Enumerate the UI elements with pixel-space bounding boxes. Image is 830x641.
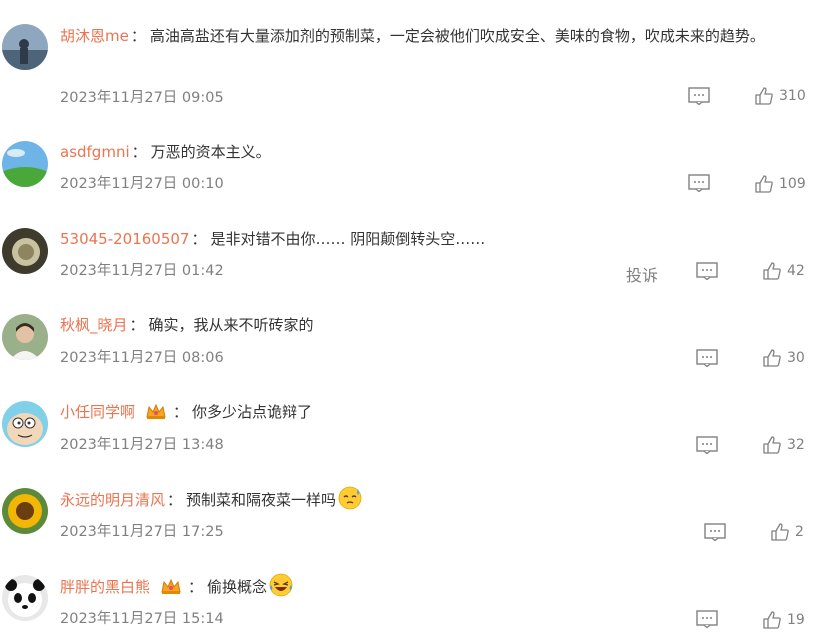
username-link[interactable]: 小任同学啊 (60, 403, 135, 421)
comment-content: 是非对错不由你…… 阴阳颠倒转头空…… (210, 230, 486, 248)
like-button[interactable]: 19 (762, 610, 805, 630)
username-link[interactable]: asdfgmni (60, 143, 130, 161)
colon-separator: ： (191, 230, 207, 248)
report-button[interactable]: 投诉 (626, 262, 658, 286)
thumbs-up-icon (763, 349, 781, 367)
comment-content: 偷换概念 (207, 578, 268, 596)
thumbs-up-icon (763, 436, 781, 454)
username-link[interactable]: 秋枫_晓月 (60, 316, 128, 334)
like-button[interactable]: 30 (762, 348, 805, 368)
like-button[interactable]: 109 (754, 174, 806, 194)
laughing-tears-emoji-icon (269, 573, 293, 606)
comment-time: 2023年11月27日 15:14 (60, 611, 224, 627)
like-button[interactable]: 2 (770, 522, 804, 542)
reply-icon[interactable] (704, 523, 726, 542)
thumbs-up-icon (763, 262, 781, 280)
colon-separator: ： (173, 403, 189, 421)
comment-time: 2023年11月27日 13:48 (60, 437, 224, 453)
thumbs-up-icon (763, 611, 781, 629)
comment-content: 万恶的资本主义。 (150, 143, 271, 161)
thumbs-up-icon (755, 175, 773, 193)
reply-icon[interactable] (688, 87, 710, 106)
username-link[interactable]: 胡沐恩me (60, 27, 129, 45)
comment-time: 2023年11月27日 08:06 (60, 350, 224, 366)
reply-icon[interactable] (696, 349, 718, 368)
comment-time: 2023年11月27日 17:25 (60, 524, 224, 540)
colon-separator: ： (167, 491, 183, 509)
avatar[interactable] (2, 24, 48, 70)
username-link[interactable]: 永远的明月清风 (60, 491, 165, 509)
avatar[interactable] (2, 575, 48, 621)
crown-badge-icon (160, 576, 182, 605)
comment-time: 2023年11月27日 01:42 (60, 263, 224, 279)
like-count: 2 (795, 524, 804, 540)
comment-time: 2023年11月27日 00:10 (60, 176, 224, 192)
like-count: 32 (787, 437, 805, 453)
like-button[interactable]: 310 (754, 86, 806, 106)
colon-separator: ： (129, 316, 145, 334)
comment-content: 确实，我从来不听砖家的 (148, 316, 314, 334)
avatar[interactable] (2, 401, 48, 447)
avatar[interactable] (2, 314, 48, 360)
comment-content: 高油高盐还有大量添加剂的预制菜，一定会被他们吹成安全、美味的食物，吹成未来的趋势… (149, 27, 765, 45)
reply-icon[interactable] (696, 436, 718, 455)
colon-separator: ： (188, 578, 204, 596)
avatar[interactable] (2, 488, 48, 534)
avatar[interactable] (2, 228, 48, 274)
comment-content: 你多少沾点诡辩了 (192, 403, 313, 421)
like-button[interactable]: 32 (762, 435, 805, 455)
sweat-emoji-icon (338, 486, 362, 519)
colon-separator: ： (130, 27, 146, 45)
username-link[interactable]: 胖胖的黑白熊 (60, 578, 150, 596)
reply-icon[interactable] (688, 174, 710, 193)
crown-badge-icon (145, 401, 167, 430)
like-count: 30 (787, 350, 805, 366)
thumbs-up-icon (755, 87, 773, 105)
like-count: 19 (787, 612, 805, 628)
colon-separator: ： (131, 143, 147, 161)
avatar[interactable] (2, 141, 48, 187)
comment-time: 2023年11月27日 09:05 (60, 90, 224, 106)
reply-icon[interactable] (696, 610, 718, 629)
like-count: 42 (787, 263, 805, 279)
username-link[interactable]: 53045-20160507 (60, 230, 189, 248)
reply-icon[interactable] (696, 262, 718, 281)
like-button[interactable]: 42 (762, 261, 805, 281)
thumbs-up-icon (771, 523, 789, 541)
like-count: 109 (779, 176, 806, 192)
like-count: 310 (779, 88, 806, 104)
comment-content: 预制菜和隔夜菜一样吗 (186, 491, 337, 509)
